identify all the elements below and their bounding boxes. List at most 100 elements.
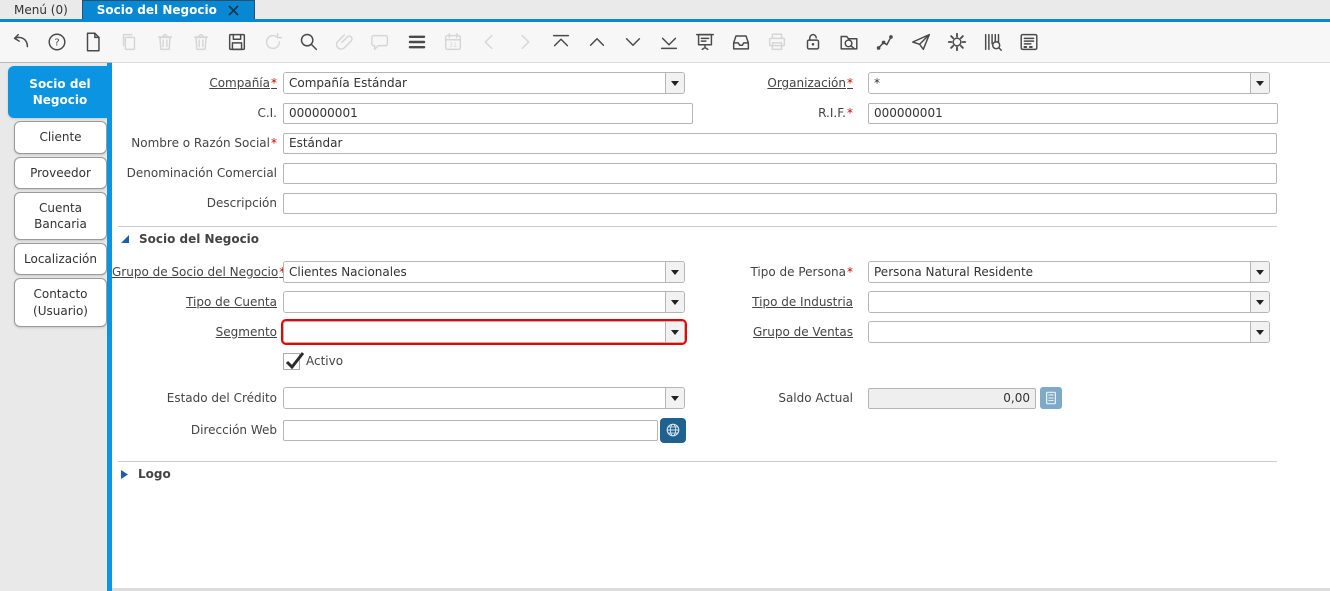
group-header-logo[interactable]: Logo — [112, 462, 1330, 486]
tipo-industria-input[interactable] — [869, 292, 1250, 312]
tab-menu[interactable]: Menú (0) — [0, 0, 82, 19]
organizacion-label[interactable]: Organización* — [693, 76, 853, 90]
last-record-icon[interactable] — [656, 29, 682, 55]
sidebar-item-localizacion[interactable]: Localización — [14, 243, 107, 276]
find-icon[interactable] — [296, 29, 322, 55]
compania-dropdown-button[interactable] — [665, 73, 684, 93]
process-icon[interactable] — [944, 29, 970, 55]
sidebar-item-label: Cliente — [39, 130, 82, 145]
grupo-socio-label[interactable]: Grupo de Socio del Negocio* — [112, 265, 285, 279]
segmento-input[interactable] — [284, 322, 665, 342]
segmento-label[interactable]: Segmento — [112, 325, 277, 339]
grupo-socio-dropdown-button[interactable] — [665, 262, 684, 282]
group-collapsed-icon — [121, 469, 128, 479]
next-record-icon — [512, 29, 538, 55]
parent-record-icon[interactable] — [584, 29, 610, 55]
grupo-ventas-dropdown-button[interactable] — [1250, 322, 1269, 342]
activo-checkbox[interactable] — [283, 351, 305, 370]
sidebar-item-label: Localización — [24, 252, 97, 267]
tipo-industria-dropdown-button[interactable] — [1250, 292, 1269, 312]
sidebar-item-label: Socio del Negocio — [29, 77, 91, 108]
tipo-persona-combobox — [868, 261, 1270, 283]
compania-input[interactable] — [284, 73, 665, 93]
help-icon[interactable]: ? — [44, 29, 70, 55]
compania-label[interactable]: Compañía* — [112, 76, 277, 90]
organizacion-dropdown-button[interactable] — [1250, 73, 1269, 93]
descripcion-label: Descripción — [206, 196, 277, 210]
save-icon[interactable] — [224, 29, 250, 55]
nombre-input[interactable] — [283, 132, 1277, 154]
compania-combobox — [283, 72, 685, 94]
quick-form-icon[interactable] — [1016, 29, 1042, 55]
detail-tab-sidebar: Socio del Negocio Cliente Proveedor Cuen… — [0, 62, 112, 591]
rif-input[interactable] — [868, 102, 1278, 124]
sidebar-item-cuenta-bancaria[interactable]: Cuenta Bancaria — [14, 191, 107, 241]
activo-label: Activo — [306, 354, 344, 368]
chevron-down-icon — [671, 395, 679, 401]
refresh-icon — [260, 29, 286, 55]
tab-menu-label: Menú (0) — [14, 2, 68, 17]
group-header-socio[interactable]: Socio del Negocio — [112, 227, 1330, 251]
close-icon[interactable] — [227, 4, 240, 17]
product-info-icon[interactable] — [980, 29, 1006, 55]
lock-icon[interactable] — [800, 29, 826, 55]
direccion-web-label: Dirección Web — [190, 423, 277, 437]
ci-input[interactable] — [283, 102, 693, 124]
open-url-button[interactable] — [660, 417, 686, 443]
new-record-icon[interactable] — [80, 29, 106, 55]
grupo-socio-input[interactable] — [284, 262, 665, 282]
grupo-ventas-label[interactable]: Grupo de Ventas — [693, 325, 853, 339]
report-icon[interactable] — [692, 29, 718, 55]
tipo-cuenta-dropdown-button[interactable] — [665, 292, 684, 312]
calculator-icon — [1046, 391, 1056, 405]
denominacion-input[interactable] — [283, 162, 1277, 184]
advanced-find-icon[interactable] — [836, 29, 862, 55]
tipo-persona-input[interactable] — [869, 262, 1250, 282]
organizacion-input[interactable] — [869, 73, 1250, 93]
globe-icon — [666, 423, 680, 437]
archive-icon[interactable] — [728, 29, 754, 55]
saldo-actual-input — [868, 387, 1036, 409]
tipo-cuenta-combobox — [283, 291, 685, 313]
tipo-cuenta-input[interactable] — [284, 292, 665, 312]
estado-credito-input[interactable] — [284, 388, 665, 408]
share-icon[interactable] — [908, 29, 934, 55]
sidebar-item-socio-del-negocio[interactable]: Socio del Negocio — [8, 66, 112, 119]
detail-record-icon[interactable] — [620, 29, 646, 55]
organizacion-combobox — [868, 72, 1270, 94]
copy-record-icon — [116, 29, 142, 55]
svg-text:31: 31 — [449, 41, 457, 49]
chevron-down-icon — [1256, 329, 1264, 335]
nombre-label: Nombre o Razón Social* — [131, 136, 277, 150]
sidebar-item-label: Proveedor — [30, 165, 91, 180]
tipo-cuenta-label[interactable]: Tipo de Cuenta — [112, 295, 277, 309]
group-header-label: Logo — [138, 467, 171, 481]
grupo-ventas-input[interactable] — [869, 322, 1250, 342]
sidebar-item-label: Contacto (Usuario) — [33, 287, 88, 318]
tab-socio-del-negocio[interactable]: Socio del Negocio — [81, 0, 255, 19]
segmento-combobox — [281, 319, 687, 345]
window-tab-bar: Menú (0) Socio del Negocio — [0, 0, 1330, 22]
segmento-dropdown-button[interactable] — [665, 322, 684, 342]
chevron-down-icon — [671, 299, 679, 305]
descripcion-input[interactable] — [283, 192, 1277, 214]
direccion-web-input[interactable] — [283, 419, 658, 441]
chevron-down-icon — [1256, 269, 1264, 275]
calendar-icon: 31 — [440, 29, 466, 55]
sidebar-item-cliente[interactable]: Cliente — [14, 121, 107, 154]
sidebar-item-contacto-usuario[interactable]: Contacto (Usuario) — [14, 278, 107, 327]
undo-icon[interactable] — [8, 29, 34, 55]
tipo-industria-label[interactable]: Tipo de Industria — [693, 295, 853, 309]
checkmark-icon — [285, 351, 305, 369]
delete-selection-icon — [188, 29, 214, 55]
grid-toggle-icon[interactable] — [404, 29, 430, 55]
estado-credito-combobox — [283, 387, 685, 409]
tipo-persona-dropdown-button[interactable] — [1250, 262, 1269, 282]
first-record-icon[interactable] — [548, 29, 574, 55]
calculator-button[interactable] — [1040, 387, 1062, 409]
workflow-icon[interactable] — [872, 29, 898, 55]
toolbar: ? 31 — [0, 22, 1330, 62]
sidebar-item-proveedor[interactable]: Proveedor — [14, 156, 107, 189]
saldo-actual-label: Saldo Actual — [778, 391, 853, 405]
estado-credito-dropdown-button[interactable] — [665, 388, 684, 408]
